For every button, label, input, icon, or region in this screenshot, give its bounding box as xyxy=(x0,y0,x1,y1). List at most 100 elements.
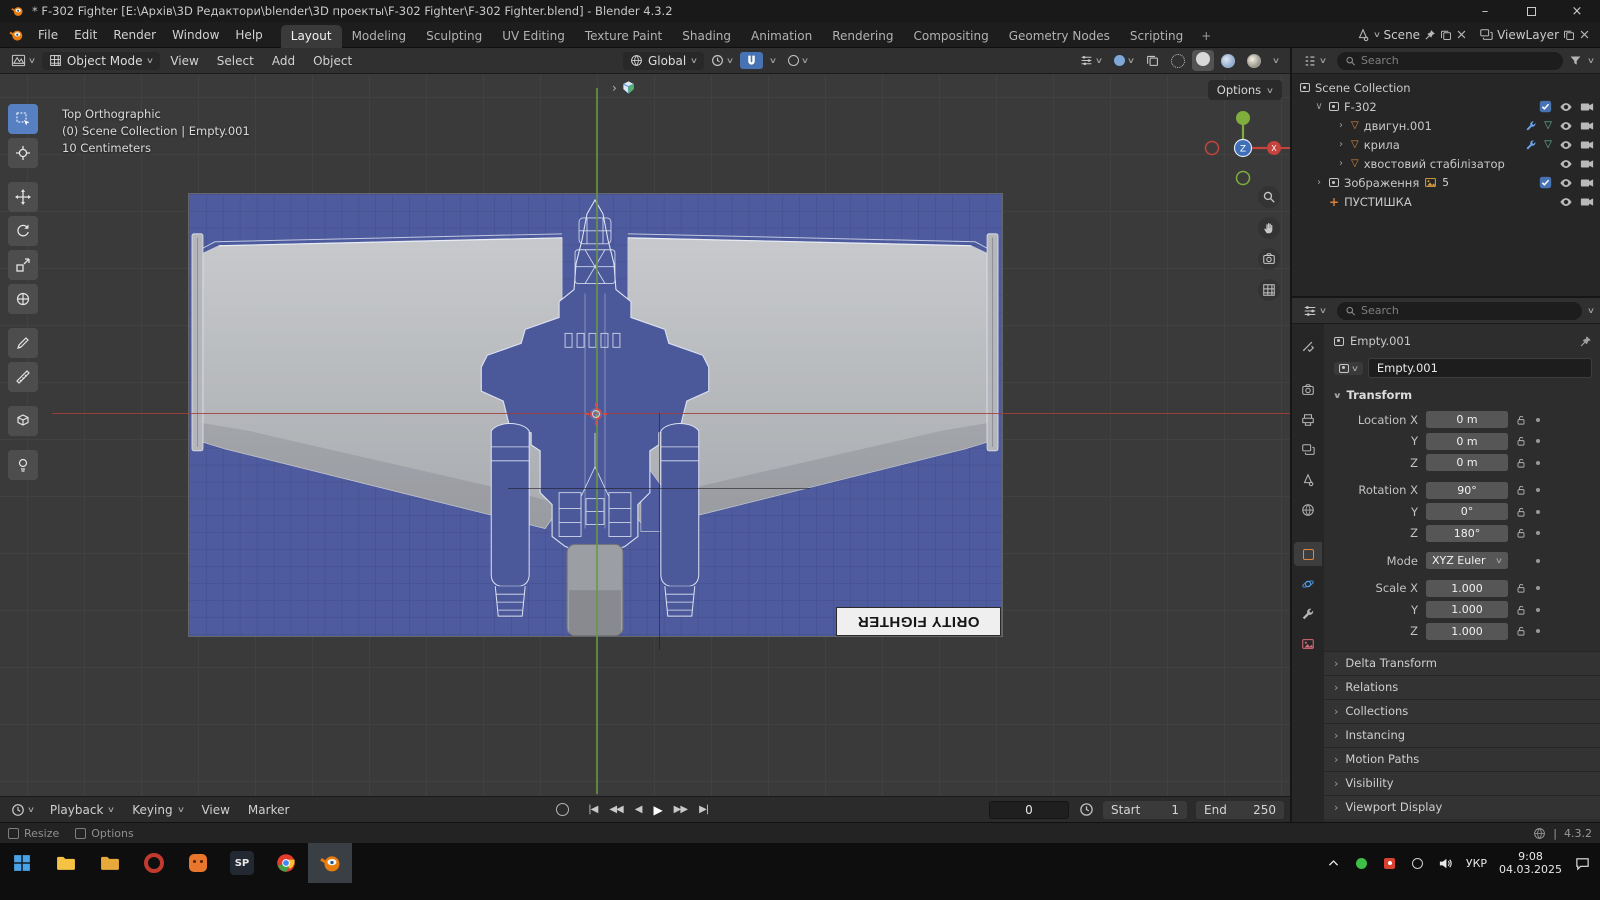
transform-tool[interactable] xyxy=(8,284,38,314)
section-visibility[interactable]: › Visibility xyxy=(1324,770,1600,795)
location-z-field[interactable]: 0 m xyxy=(1426,454,1508,471)
delete-scene-icon[interactable] xyxy=(1456,29,1467,40)
scene-selector[interactable]: ∨ Scene xyxy=(1356,28,1467,42)
network-icon[interactable] xyxy=(1533,827,1546,840)
checkbox-icon[interactable] xyxy=(1539,100,1552,113)
modifier-wrench-icon[interactable] xyxy=(1525,139,1537,151)
eye-icon[interactable] xyxy=(1559,100,1573,114)
show-gizmo-dropdown[interactable]: ∨ xyxy=(1075,52,1107,69)
exhaust-model[interactable] xyxy=(566,543,624,636)
language-indicator[interactable]: УКР xyxy=(1466,857,1487,870)
lock-icon[interactable] xyxy=(1514,582,1528,594)
cursor-tool[interactable] xyxy=(8,138,38,168)
tab-output[interactable] xyxy=(1294,408,1322,432)
outliner-row-engine[interactable]: › ▽ двигун.001 ▽ xyxy=(1292,116,1600,135)
section-motion-paths[interactable]: › Motion Paths xyxy=(1324,746,1600,771)
tab-physics[interactable] xyxy=(1294,572,1322,596)
animate-dot[interactable] xyxy=(1536,629,1540,633)
object-name-field[interactable]: Empty.001 xyxy=(1367,358,1592,378)
add-cube-tool[interactable] xyxy=(8,406,38,436)
action-center-icon[interactable] xyxy=(1574,855,1590,871)
select-box-tool[interactable] xyxy=(8,104,38,134)
expander-closed-icon[interactable]: › xyxy=(1336,139,1346,150)
workspace-tab-shading[interactable]: Shading xyxy=(672,25,741,48)
eye-icon[interactable] xyxy=(1559,157,1573,171)
workspace-tab-modeling[interactable]: Modeling xyxy=(342,25,417,48)
shading-solid-button[interactable] xyxy=(1192,50,1215,71)
lock-icon[interactable] xyxy=(1514,527,1528,539)
menu-help[interactable]: Help xyxy=(227,25,270,45)
chevron-down-icon[interactable]: ∨ xyxy=(1587,56,1595,65)
toggle-ortho-button[interactable] xyxy=(1258,279,1280,301)
workspace-tab-scripting[interactable]: Scripting xyxy=(1120,25,1193,48)
frame-end-field[interactable]: End 250 xyxy=(1196,800,1284,819)
shading-rendered-button[interactable] xyxy=(1242,52,1266,70)
rotation-z-field[interactable]: 180° xyxy=(1426,524,1508,542)
camera-icon[interactable] xyxy=(1580,100,1594,114)
delete-viewlayer-icon[interactable] xyxy=(1579,29,1590,40)
scale-y-field[interactable]: 1.000 xyxy=(1426,601,1508,618)
transform-orientation-dropdown[interactable]: Global ∨ xyxy=(622,51,705,70)
tab-object-data[interactable] xyxy=(1294,632,1322,656)
rotation-x-field[interactable]: 90° xyxy=(1426,481,1508,499)
lock-icon[interactable] xyxy=(1514,625,1528,637)
maximize-button[interactable] xyxy=(1508,0,1554,22)
location-y-field[interactable]: 0 m xyxy=(1426,432,1508,450)
section-instancing[interactable]: › Instancing xyxy=(1324,722,1600,747)
zoom-button[interactable] xyxy=(1258,186,1280,208)
tray-red-icon[interactable] xyxy=(1382,855,1398,871)
tab-render[interactable] xyxy=(1294,378,1322,402)
snap-toggle-dropdown[interactable]: ∨ xyxy=(706,52,738,69)
hidden-icons-chevron[interactable] xyxy=(1326,855,1342,871)
eye-icon[interactable] xyxy=(1559,176,1573,190)
filter-funnel-icon[interactable] xyxy=(1569,54,1582,67)
scale-tool[interactable] xyxy=(8,250,38,280)
expander-open-icon[interactable]: ∨ xyxy=(1314,101,1324,112)
play-reverse-button[interactable]: ◀ xyxy=(630,803,647,816)
gizmo-y-axis[interactable] xyxy=(1236,111,1250,125)
measure-tool[interactable] xyxy=(8,362,38,392)
camera-icon[interactable] xyxy=(1580,138,1594,152)
section-viewport-display[interactable]: › Viewport Display xyxy=(1324,794,1600,819)
snap-settings-dropdown[interactable]: ∨ xyxy=(765,54,781,67)
chrome-app[interactable] xyxy=(264,843,308,883)
3d-viewport[interactable]: ORITY FIGHTER Top Orthographic (0) Scene… xyxy=(0,74,1290,796)
camera-icon[interactable] xyxy=(1580,119,1594,133)
folder-app[interactable] xyxy=(88,843,132,883)
play-button[interactable]: ▶ xyxy=(648,802,666,818)
viewlayer-selector[interactable]: ViewLayer xyxy=(1479,28,1590,42)
blender-app[interactable] xyxy=(308,843,352,883)
animate-dot[interactable] xyxy=(1536,607,1540,612)
lock-icon[interactable] xyxy=(1514,457,1528,469)
editor-type-button[interactable]: ∨ xyxy=(6,51,40,70)
animate-dot[interactable] xyxy=(1536,488,1540,492)
workspace-tab-uv-editing[interactable]: UV Editing xyxy=(492,25,575,48)
menu-window[interactable]: Window xyxy=(164,25,227,45)
properties-editor-type-button[interactable]: ∨ xyxy=(1298,302,1331,320)
orange-app[interactable] xyxy=(176,843,220,883)
proportional-editing-button[interactable]: ∨ xyxy=(783,53,813,68)
file-explorer-app[interactable] xyxy=(44,843,88,883)
add-workspace-button[interactable]: + xyxy=(1193,25,1219,48)
viewport-options-dropdown[interactable]: Options ∨ xyxy=(1207,80,1282,100)
outliner-row-empty[interactable]: + ПУСТИШКА xyxy=(1292,192,1600,211)
menu-file[interactable]: File xyxy=(30,25,66,45)
section-delta-transform[interactable]: › Delta Transform xyxy=(1324,650,1600,675)
animate-dot[interactable] xyxy=(1536,586,1540,590)
prev-keyframe-button[interactable]: ◀◀ xyxy=(604,803,627,816)
blender-menu-icon[interactable] xyxy=(8,27,24,43)
expander-closed-icon[interactable]: › xyxy=(1314,177,1324,188)
recorder-app[interactable] xyxy=(132,843,176,883)
eye-icon[interactable] xyxy=(1559,119,1573,133)
expander-closed-icon[interactable]: › xyxy=(1336,120,1346,131)
taskbar-clock[interactable]: 9:08 04.03.2025 xyxy=(1499,850,1562,876)
lock-icon[interactable] xyxy=(1514,506,1528,518)
timeline-editor-type-button[interactable]: ∨ xyxy=(6,801,39,819)
minimize-button[interactable]: – xyxy=(1462,0,1508,22)
lock-icon[interactable] xyxy=(1514,435,1528,447)
animate-dot[interactable] xyxy=(1536,460,1540,465)
workspace-tab-rendering[interactable]: Rendering xyxy=(822,25,903,48)
menu-render[interactable]: Render xyxy=(105,25,164,45)
jump-to-end-button[interactable]: ▶| xyxy=(694,803,713,816)
shading-dropdown[interactable]: ∨ xyxy=(1268,54,1284,67)
